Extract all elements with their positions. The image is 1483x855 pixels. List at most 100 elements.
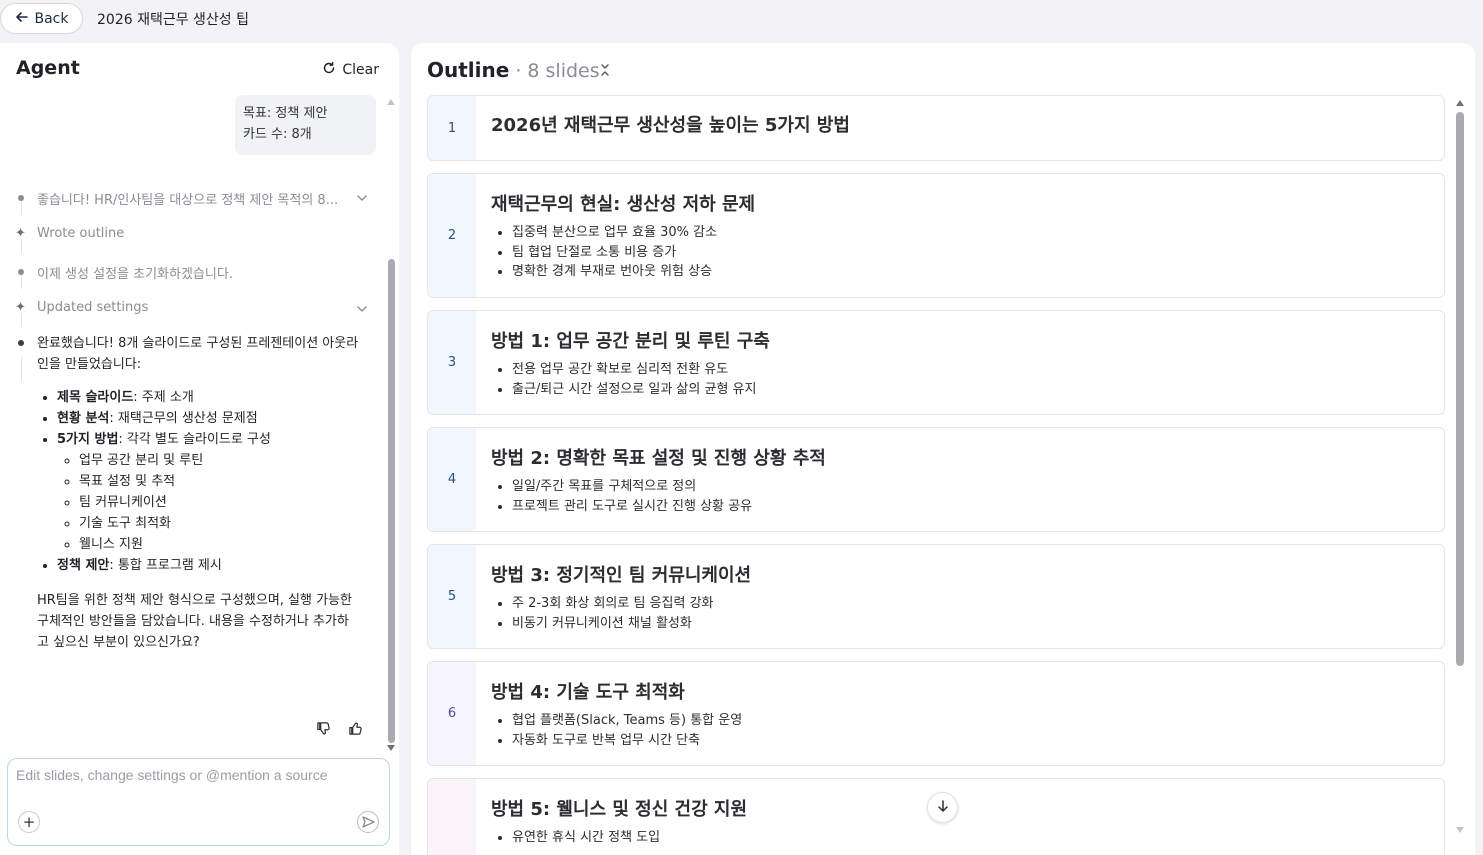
timeline-dot [18, 340, 24, 346]
assistant-final-message: 완료했습니다! 8개 슬라이드로 구성된 프레젠테이션 아웃라인을 만들었습니다… [37, 333, 359, 653]
slide-bullet[interactable]: 명확한 경계 부재로 번아웃 위험 상승 [512, 262, 717, 282]
chat-input-box: + [7, 758, 390, 846]
slide-bullet[interactable]: 팀 협업 단절로 소통 비용 증가 [512, 243, 717, 263]
slide-bullet[interactable]: 주 2-3회 화상 회의로 팀 응집력 강화 [512, 594, 714, 614]
slide-card-5[interactable]: 5 방법 3: 정기적인 팀 커뮤니케이션 주 2-3회 화상 회의로 팀 응집… [427, 544, 1445, 649]
outline-panel: Outline · 8 slides 1 2026년 재택근무 생산성을 높이는… [411, 43, 1475, 855]
sub-list-item: 팀 커뮤니케이션 [79, 492, 359, 513]
outline-scrollbar[interactable] [1455, 96, 1465, 836]
scrollbar-thumb[interactable] [1456, 112, 1464, 666]
agent-panel-title: Agent [16, 57, 80, 79]
slide-title[interactable]: 방법 4: 기술 도구 최적화 [491, 678, 685, 704]
outline-title: Outline [427, 58, 510, 82]
slide-card-6[interactable]: 6 방법 4: 기술 도구 최적화 협업 플랫폼(Slack, Teams 등)… [427, 661, 1445, 766]
slide-title[interactable]: 재택근무의 현실: 생산성 저하 문제 [491, 190, 755, 216]
scroll-up-arrow[interactable] [387, 99, 395, 105]
arrow-down-icon [936, 798, 950, 817]
list-item-bold: 제목 슬라이드 [57, 390, 134, 405]
list-item: 현황 분석: 재택근무의 생산성 문제점 [57, 408, 359, 429]
list-item: 제목 슬라이드: 주제 소개 [57, 387, 359, 408]
back-button[interactable]: Back [0, 3, 83, 34]
timeline-item-message[interactable]: 좋습니다! HR/인사팀을 대상으로 정책 제안 목적의 8... [0, 189, 384, 209]
slide-title[interactable]: 방법 2: 명확한 목표 설정 및 진행 상황 추적 [491, 444, 826, 470]
slide-title[interactable]: 방법 5: 웰니스 및 정신 건강 지원 [491, 795, 747, 821]
outline-header: Outline · 8 slides [427, 58, 600, 82]
sub-list-item: 기술 도구 최적화 [79, 513, 359, 534]
slide-bullets: 집중력 분산으로 업무 효율 30% 감소 팀 협업 단절로 소통 비용 증가 … [512, 223, 717, 282]
chat-scrollbar[interactable] [386, 99, 396, 751]
slide-bullet[interactable]: 출근/퇴근 시간 설정으로 일과 삶의 균형 유지 [512, 380, 756, 400]
list-item-bold: 정책 제안 [57, 558, 110, 573]
slide-bullets: 유연한 휴식 시간 정책 도입 [512, 828, 660, 848]
list-item-text: : 재택근무의 생산성 문제점 [109, 411, 258, 426]
timeline-dot [18, 195, 24, 201]
slide-card-3[interactable]: 3 방법 1: 업무 공간 분리 및 루틴 구축 전용 업무 공간 확보로 심리… [427, 310, 1445, 415]
send-icon [361, 813, 375, 832]
slide-card-1[interactable]: 1 2026년 재택근무 생산성을 높이는 5가지 방법 [427, 95, 1445, 161]
sub-list-item: 웰니스 지원 [79, 534, 359, 555]
timeline-connector [21, 357, 22, 381]
scroll-down-arrow[interactable] [387, 745, 395, 751]
slide-bullet[interactable]: 비동기 커뮤니케이션 채널 활성화 [512, 614, 714, 634]
slide-bullet[interactable]: 자동화 도구로 반복 업무 시간 단축 [512, 731, 742, 751]
scroll-to-bottom-button[interactable] [927, 792, 958, 823]
final-message-outro: HR팀을 위한 정책 제안 형식으로 구성했으며, 실행 가능한 구체적인 방안… [37, 593, 352, 650]
slide-title[interactable]: 방법 3: 정기적인 팀 커뮤니케이션 [491, 561, 751, 587]
slide-number: 4 [428, 428, 476, 531]
slide-bullets: 일일/주간 목표를 구체적으로 정의 프로젝트 관리 도구로 실시간 진행 상황… [512, 477, 752, 516]
timeline-item-text: 좋습니다! HR/인사팀을 대상으로 정책 제안 목적의 8... [37, 193, 339, 208]
sub-list-item: 목표 설정 및 추적 [79, 471, 359, 492]
timeline-item-text: Updated settings [37, 300, 149, 315]
slide-number: 2 [428, 174, 476, 297]
slide-bullet[interactable]: 전용 업무 공간 확보로 심리적 전환 유도 [512, 360, 756, 380]
sub-list: 업무 공간 분리 및 루틴 목표 설정 및 추적 팀 커뮤니케이션 기술 도구 … [79, 450, 359, 555]
timeline-item-action: ✦ Wrote outline [0, 226, 384, 246]
scroll-up-arrow[interactable] [1456, 100, 1464, 106]
scrollbar-thumb[interactable] [388, 259, 395, 743]
document-title[interactable]: 2026 재택근무 생산성 팁 [97, 9, 249, 29]
chat-history[interactable]: 목표: 정책 제안 카드 수: 8개 좋습니다! HR/인사팀을 대상으로 정책… [0, 95, 384, 747]
chevron-down-icon[interactable] [355, 191, 369, 205]
timeline-item-text: Wrote outline [37, 226, 125, 241]
refresh-icon [322, 61, 336, 79]
scroll-down-arrow[interactable] [1456, 827, 1464, 833]
list-item: 5가지 방법: 각각 별도 슬라이드로 구성 업무 공간 분리 및 루틴 목표 … [57, 429, 359, 555]
slide-count: · 8 slides [515, 60, 600, 82]
slide-bullet[interactable]: 일일/주간 목표를 구체적으로 정의 [512, 477, 752, 497]
timeline-item-action[interactable]: ✦ Updated settings [0, 300, 384, 320]
sparkle-icon: ✦ [15, 226, 26, 241]
user-message-line: 카드 수: 8개 [243, 127, 312, 142]
slide-title[interactable]: 방법 1: 업무 공간 분리 및 루틴 구축 [491, 327, 770, 353]
slide-number: 7 [428, 779, 476, 855]
slide-bullet[interactable]: 유연한 휴식 시간 정책 도입 [512, 828, 660, 848]
user-message-line: 목표: 정책 제안 [243, 106, 328, 121]
feedback-buttons [316, 721, 364, 737]
slide-number: 1 [428, 96, 476, 160]
slide-card-4[interactable]: 4 방법 2: 명확한 목표 설정 및 진행 상황 추적 일일/주간 목표를 구… [427, 427, 1445, 532]
chat-input[interactable] [16, 767, 376, 807]
final-message-list: 제목 슬라이드: 주제 소개 현황 분석: 재택근무의 생산성 문제점 5가지 … [57, 387, 359, 576]
timeline-item-text: 이제 생성 설정을 초기화하겠습니다. [37, 267, 233, 282]
slide-bullets: 전용 업무 공간 확보로 심리적 전환 유도 출근/퇴근 시간 설정으로 일과 … [512, 360, 756, 399]
slide-bullet[interactable]: 협업 플랫폼(Slack, Teams 등) 통합 운영 [512, 711, 742, 731]
back-button-label: Back [34, 10, 69, 27]
clear-button[interactable]: Clear [322, 61, 379, 79]
list-item-text: : 각각 별도 슬라이드로 구성 [118, 432, 271, 447]
slide-bullet[interactable]: 프로젝트 관리 도구로 실시간 진행 상황 공유 [512, 497, 752, 517]
send-button[interactable] [357, 811, 379, 833]
slide-title[interactable]: 2026년 재택근무 생산성을 높이는 5가지 방법 [491, 111, 850, 137]
add-attachment-button[interactable]: + [18, 811, 40, 833]
thumbs-down-icon[interactable] [316, 721, 332, 737]
top-bar: Back 2026 재택근무 생산성 팁 [0, 0, 1483, 38]
collapse-all-icon[interactable] [598, 62, 612, 78]
slide-bullets: 주 2-3회 화상 회의로 팀 응집력 강화 비동기 커뮤니케이션 채널 활성화 [512, 594, 714, 633]
thumbs-up-icon[interactable] [348, 721, 364, 737]
slide-number: 5 [428, 545, 476, 648]
slide-number: 6 [428, 662, 476, 765]
final-message-intro: 완료했습니다! 8개 슬라이드로 구성된 프레젠테이션 아웃라인을 만들었습니다… [37, 336, 359, 372]
slide-number: 3 [428, 311, 476, 414]
chevron-down-icon[interactable] [355, 302, 369, 316]
slide-card-2[interactable]: 2 재택근무의 현실: 생산성 저하 문제 집중력 분산으로 업무 효율 30%… [427, 173, 1445, 298]
slide-bullet[interactable]: 집중력 분산으로 업무 효율 30% 감소 [512, 223, 717, 243]
list-item-bold: 5가지 방법 [57, 432, 119, 447]
